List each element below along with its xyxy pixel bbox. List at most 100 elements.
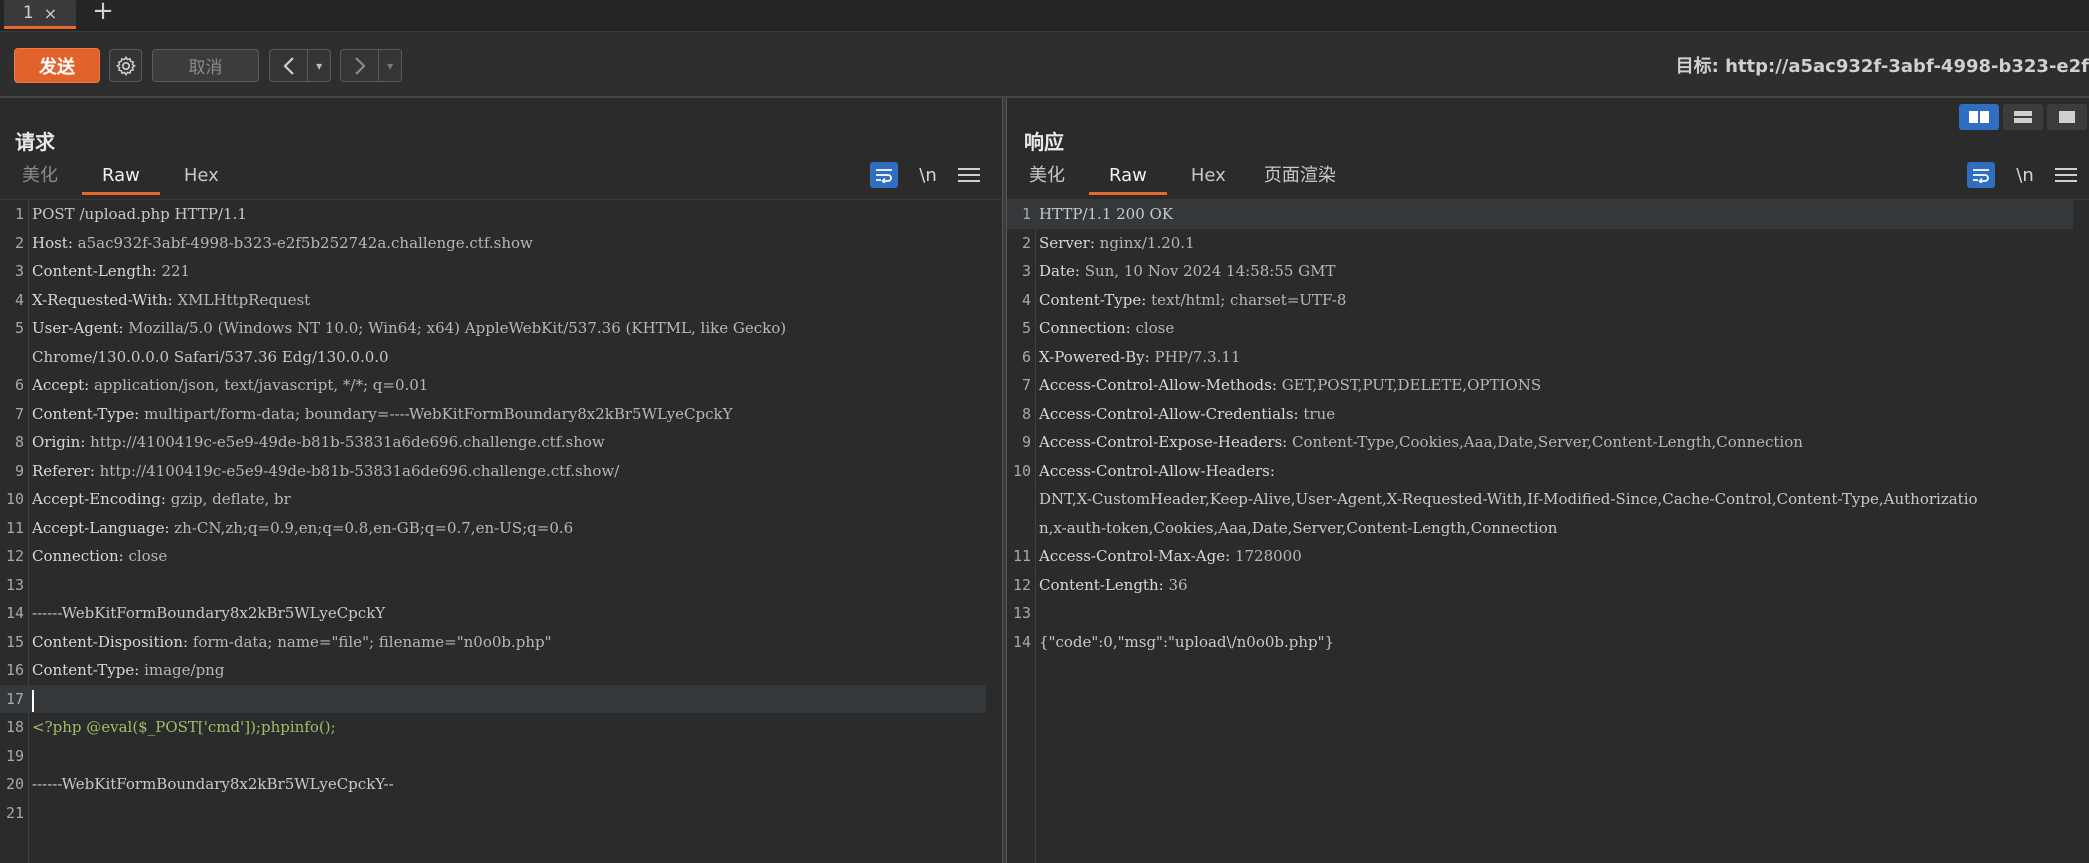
line-number: 10 <box>1012 461 1031 480</box>
line-value: Chrome/130.0.0.0 Safari/537.36 Edg/130.0… <box>32 347 389 366</box>
line-number: 14 <box>5 604 24 622</box>
request-view-tabs: 美化 Raw Hex <box>8 160 243 196</box>
gear-icon <box>115 55 136 76</box>
word-wrap-button[interactable] <box>1967 162 1995 188</box>
line-number: 13 <box>1012 604 1031 622</box>
response-pane: 响应 美化 Raw Hex 页面渲染 \n 1 HTTP/1.1 200 OK 2 S… <box>1007 98 2089 863</box>
tab-hex[interactable]: Hex <box>170 160 233 192</box>
header-name: X-Powered-By: <box>1039 347 1150 366</box>
code-line: n,x-auth-token,Cookies,Aaa,Date,Server,C… <box>1007 514 2089 543</box>
response-editor[interactable]: 1 HTTP/1.1 200 OK 2 Server: nginx/1.20.1 3 Da… <box>1007 199 2089 863</box>
layout-switcher <box>1959 104 2087 130</box>
line-number: 19 <box>5 746 24 765</box>
send-button[interactable]: 发送 <box>14 48 100 83</box>
target-url[interactable]: 目标: http://a5ac932f-3abf-4998-b323-e2f <box>1676 52 2089 78</box>
line-number <box>1007 514 1039 543</box>
code-line: 3 Content-Length: 221 <box>0 257 1002 286</box>
line-number: 16 <box>5 661 24 679</box>
header-name: Host: <box>32 233 73 252</box>
code-text: X-Requested-With: XMLHttpRequest <box>32 286 310 315</box>
tab-pretty[interactable]: 美化 <box>1015 160 1079 192</box>
menu-icon[interactable] <box>2055 168 2077 182</box>
line-value: nginx/1.20.1 <box>1094 233 1195 252</box>
code-line: 5 Connection: close <box>1007 314 2089 343</box>
line-value: n,x-auth-token,Cookies,Aaa,Date,Server,C… <box>1039 518 1558 537</box>
code-text: Accept-Language: zh-CN,zh;q=0.9,en;q=0.8… <box>32 514 573 543</box>
code-text: Content-Length: 221 <box>32 257 190 286</box>
line-value: DNT,X-CustomHeader,Keep-Alive,User-Agent… <box>1039 490 1978 508</box>
forward-button[interactable] <box>341 50 380 81</box>
code-line: 8 Origin: http://4100419c-e5e9-49de-b81b-… <box>0 428 1002 457</box>
header-name: Accept-Language: <box>32 518 170 537</box>
back-dropdown[interactable]: ▾ <box>308 50 330 81</box>
code-line: 17 <box>0 684 986 713</box>
tab-hex[interactable]: Hex <box>1177 160 1240 192</box>
menu-icon[interactable] <box>958 168 980 182</box>
code-line: 6 Accept: application/json, text/javascri… <box>0 371 1002 400</box>
code-text: Access-Control-Allow-Methods: GET,POST,P… <box>1039 371 1541 400</box>
code-text: User-Agent: Mozilla/5.0 (Windows NT 10.0… <box>32 314 786 343</box>
line-value: GET,POST,PUT,DELETE,OPTIONS <box>1276 376 1542 394</box>
code-text: Content-Length: 36 <box>1039 571 1188 600</box>
tab-render[interactable]: 页面渲染 <box>1250 160 1350 192</box>
tab-raw[interactable]: Raw <box>1089 160 1167 195</box>
header-name: Content-Type: <box>32 404 140 423</box>
line-number: 7 <box>1021 376 1031 394</box>
header-name: Connection: <box>1039 319 1131 337</box>
code-line: 12 Content-Length: 36 <box>1007 571 2089 600</box>
line-value: application/json, text/javascript, */*; … <box>89 376 429 394</box>
header-name: Access-Control-Allow-Methods: <box>1039 376 1277 394</box>
line-value: http://4100419c-e5e9-49de-b81b-53831a6de… <box>94 461 620 480</box>
line-value: zh-CN,zh;q=0.9,en;q=0.8,en-GB;q=0.7,en-U… <box>169 518 574 537</box>
show-newlines-button[interactable]: \n <box>914 165 942 186</box>
line-value: POST /upload.php HTTP/1.1 <box>32 205 247 223</box>
layout-side-by-side-button[interactable] <box>1959 104 1999 130</box>
line-value: text/html; charset=UTF-8 <box>1146 290 1347 309</box>
layout-single-button[interactable] <box>2047 104 2087 130</box>
line-value: ------WebKitFormBoundary8x2kBr5WLyeCpckY <box>32 604 386 622</box>
line-value: 221 <box>156 262 191 280</box>
cancel-button[interactable]: 取消 <box>152 49 259 82</box>
code-line: 19 <box>0 742 1002 771</box>
layout-stacked-button[interactable] <box>2003 104 2043 130</box>
tab-label: 1 <box>22 3 34 23</box>
line-number: 21 <box>5 803 24 822</box>
line-number: 11 <box>5 518 24 537</box>
code-line: 8 Access-Control-Allow-Credentials: true <box>1007 400 2089 429</box>
response-lines: 1 HTTP/1.1 200 OK 2 Server: nginx/1.20.1 3 Da… <box>1007 200 2089 656</box>
line-number: 2 <box>1021 233 1031 252</box>
code-text: Connection: close <box>32 542 167 571</box>
line-number: 17 <box>5 689 24 708</box>
code-text: Date: Sun, 10 Nov 2024 14:58:55 GMT <box>1039 257 1336 286</box>
tab-1[interactable]: 1 × <box>4 0 76 29</box>
request-pane: 请求 美化 Raw Hex \n 1 POST /upload.php HTTP/… <box>0 98 1002 863</box>
line-number <box>1007 485 1039 514</box>
show-newlines-button[interactable]: \n <box>2011 165 2039 186</box>
request-editor[interactable]: 1 POST /upload.php HTTP/1.1 2 Host: a5ac932… <box>0 199 1002 863</box>
code-line: 10 Access-Control-Allow-Headers: <box>1007 457 2089 486</box>
close-icon[interactable]: × <box>44 4 57 23</box>
response-title: 响应 <box>1024 130 1064 154</box>
tab-raw[interactable]: Raw <box>82 160 160 195</box>
code-line: 20 ------WebKitFormBoundary8x2kBr5WLyeCpc… <box>0 770 1002 799</box>
code-text: Access-Control-Expose-Headers: Content-T… <box>1039 428 1803 457</box>
word-wrap-button[interactable] <box>870 162 898 188</box>
back-button[interactable] <box>270 50 309 81</box>
code-line: 9 Access-Control-Expose-Headers: Content-… <box>1007 428 2089 457</box>
line-value: HTTP/1.1 200 OK <box>1039 205 1174 223</box>
line-value: PHP/7.3.11 <box>1149 347 1241 366</box>
header-name: Referer: <box>32 461 95 480</box>
settings-button[interactable] <box>109 49 142 82</box>
code-text: {"code":0,"msg":"upload\/n0o0b.php"} <box>1039 628 1334 657</box>
tab-pretty[interactable]: 美化 <box>8 160 72 192</box>
line-number: 18 <box>5 718 24 736</box>
code-text: Access-Control-Allow-Headers: <box>1039 457 1275 486</box>
code-text: Content-Type: text/html; charset=UTF-8 <box>1039 286 1346 315</box>
forward-dropdown[interactable]: ▾ <box>379 50 401 81</box>
plus-icon[interactable]: + <box>90 0 116 24</box>
code-line: Chrome/130.0.0.0 Safari/537.36 Edg/130.0… <box>0 343 1002 372</box>
line-number: 3 <box>14 262 24 280</box>
code-text: Chrome/130.0.0.0 Safari/537.36 Edg/130.0… <box>32 343 389 372</box>
line-number: 13 <box>5 575 24 594</box>
line-value: close <box>1130 319 1175 337</box>
